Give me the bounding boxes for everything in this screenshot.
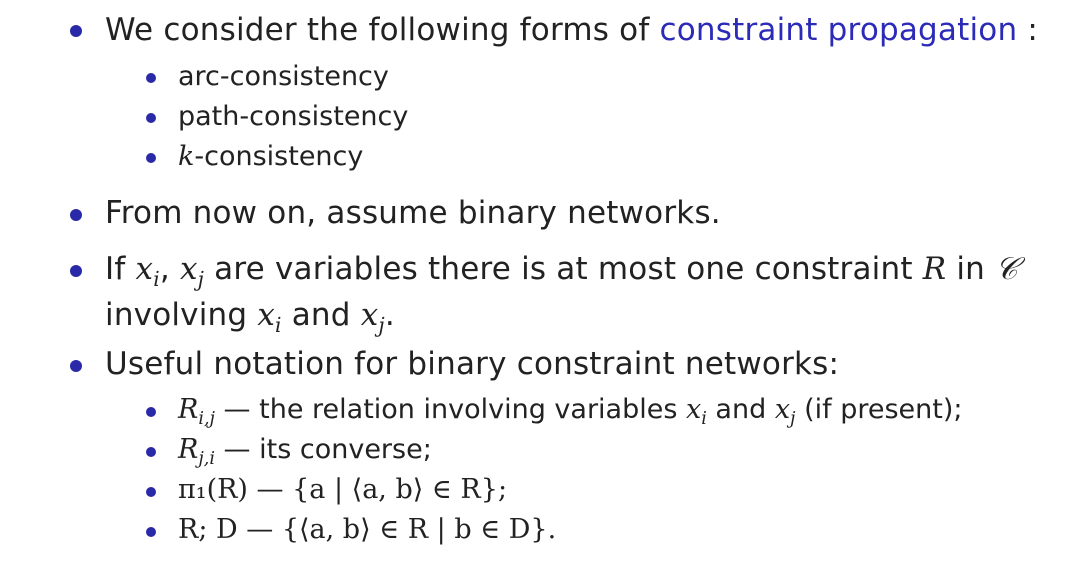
math-xj: xj: [179, 251, 205, 292]
sub-item-k-consistency: k-consistency: [178, 141, 363, 172]
math-C: 𝒞: [995, 251, 1018, 287]
text: — the relation involving variables: [214, 394, 686, 425]
item-useful-notation: Useful notation for binary constraint ne…: [105, 346, 840, 382]
sub-bullet-dot: [146, 527, 156, 537]
sub-bullet-dot: [146, 113, 156, 123]
text: involving: [105, 297, 258, 333]
math-R: R: [922, 251, 947, 287]
math-xi: xi: [257, 297, 282, 338]
math-xj: xj: [774, 394, 796, 430]
text: are variables there is at most one const…: [204, 251, 923, 287]
text: .: [384, 297, 395, 333]
bullet-dot: [70, 25, 82, 37]
sub-item-arc-consistency: arc-consistency: [178, 61, 389, 92]
text: — its converse;: [214, 434, 432, 465]
text: If: [105, 251, 136, 287]
item-constraint-forms: We consider the following forms of const…: [105, 12, 1038, 48]
item-at-most-one-constraint-line1: If xi, xj are variables there is at most…: [105, 251, 1018, 292]
k-symbol: k: [178, 141, 195, 172]
bullet-dot: [70, 209, 82, 221]
math-xi: xi: [686, 394, 707, 430]
item-binary-networks: From now on, assume binary networks.: [105, 195, 721, 231]
item-text: We consider the following forms of: [105, 12, 660, 48]
notation-rij: Ri,j — the relation involving variables …: [178, 394, 963, 430]
math-Rji: Rj,i: [178, 434, 215, 470]
math-Rij: Ri,j: [178, 394, 215, 430]
math-xi: xi: [135, 251, 160, 292]
sub-item-path-consistency: path-consistency: [178, 101, 409, 132]
notation-pi1: π₁(R) — {a | ⟨a, b⟩ ∈ R};: [178, 474, 508, 505]
item-at-most-one-constraint-line2: involving xi and xj.: [105, 297, 395, 338]
sub-bullet-dot: [146, 73, 156, 83]
slide: We consider the following forms of const…: [0, 0, 1088, 569]
constraint-propagation-link[interactable]: constraint propagation: [660, 12, 1018, 48]
notation-rd: R; D — {⟨a, b⟩ ∈ R | b ∈ D}.: [178, 514, 557, 545]
text: in: [946, 251, 996, 287]
sub-item-text: -consistency: [194, 141, 364, 172]
text: and: [706, 394, 775, 425]
notation-rji: Rj,i — its converse;: [178, 434, 432, 470]
comma: ,: [159, 251, 180, 287]
text: and: [281, 297, 361, 333]
sub-bullet-dot: [146, 447, 156, 457]
bullet-dot: [70, 265, 82, 277]
sub-bullet-dot: [146, 407, 156, 417]
math-xj: xj: [360, 297, 385, 338]
sub-bullet-dot: [146, 153, 156, 163]
bullet-dot: [70, 360, 82, 372]
text: (if present);: [795, 394, 963, 425]
item-text-suffix: :: [1017, 12, 1039, 48]
sub-bullet-dot: [146, 487, 156, 497]
